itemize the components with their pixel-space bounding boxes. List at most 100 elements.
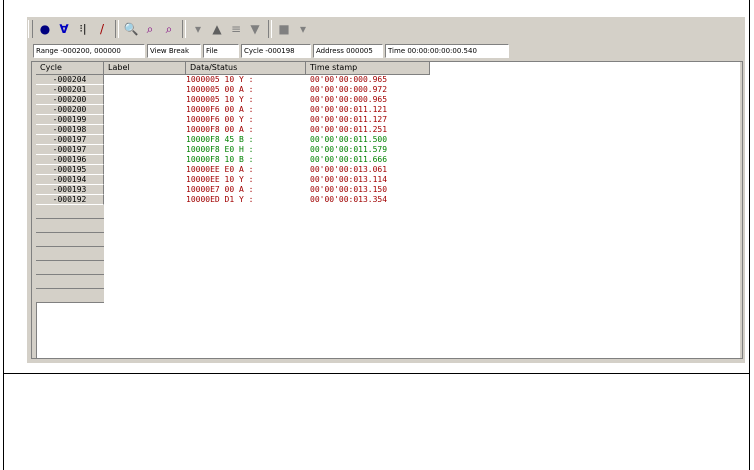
column-header-label[interactable]: Label — [104, 62, 186, 74]
search-next-icon[interactable]: ⌕ — [160, 20, 178, 38]
column-header-time[interactable]: Time stamp — [306, 62, 430, 74]
search-prev-icon[interactable]: ⌕ — [141, 20, 159, 38]
empty-row — [36, 247, 104, 261]
label-cell — [104, 175, 186, 185]
label-cell — [104, 145, 186, 155]
data-cell: 10000F6 00 A : — [186, 105, 254, 114]
time-cell: 00'00'00:011.666 — [310, 155, 388, 164]
toolbar-separator — [182, 20, 186, 38]
time-cell: 00'00'00:000.965 — [310, 75, 388, 84]
view-break-field: View Break — [147, 44, 201, 58]
toolbar-separator — [115, 20, 119, 38]
marker-icon[interactable]: / — [93, 20, 111, 38]
table-row[interactable]: -000192 10000ED D1 Y : 00'00'00:013.354 — [36, 195, 742, 205]
empty-row — [36, 233, 104, 247]
empty-row — [36, 261, 104, 275]
scroll-equal-icon[interactable]: ≡ — [227, 20, 245, 38]
time-field: Time 00:00:00:00:00.540 — [385, 44, 509, 58]
table-row[interactable]: -000200 10000F6 00 A : 00'00'00:011.121 — [36, 105, 742, 115]
cycle-cell: -000196 — [36, 155, 104, 165]
address-field: Address 000005 — [313, 44, 383, 58]
time-cell: 00'00'00:011.121 — [310, 105, 388, 114]
data-cell: 10000F8 10 B : — [186, 155, 254, 164]
label-cell — [104, 75, 186, 85]
column-header-data[interactable]: Data/Status — [186, 62, 306, 74]
label-cell — [104, 85, 186, 95]
column-header-cycle[interactable]: Cycle — [36, 62, 104, 74]
grip-icon[interactable] — [28, 20, 33, 38]
label-cell — [104, 185, 186, 195]
time-cell: 00'00'00:011.127 — [310, 115, 388, 124]
data-cell: 10000E7 00 A : — [186, 185, 254, 194]
empty-row — [36, 275, 104, 289]
label-cell — [104, 195, 186, 205]
listing-window: ● ∀ ⁝| / 🔍 ⌕ ⌕ ▾ ▲ ≡ ▼ ■ ▾ Range -000200… — [27, 17, 745, 363]
scroll-up-icon[interactable]: ▲ — [208, 20, 226, 38]
vertical-scrollbar[interactable] — [740, 62, 742, 358]
cycle-field: Cycle -000198 — [241, 44, 311, 58]
label-cell — [104, 105, 186, 115]
scroll-down-icon[interactable]: ▼ — [246, 20, 264, 38]
time-cell: 00'00'00:000.972 — [310, 85, 388, 94]
table-row[interactable]: -000199 10000F6 00 Y : 00'00'00:011.127 — [36, 115, 742, 125]
listing-grid[interactable]: Cycle Label Data/Status Time stamp -0002… — [31, 61, 743, 359]
grid-rows: -000204 1000005 10 Y :00'00'00:000.965 -00… — [36, 75, 742, 303]
label-cell — [104, 165, 186, 175]
square-icon[interactable]: ■ — [275, 20, 293, 38]
search-icon[interactable]: 🔍 — [122, 20, 140, 38]
time-cell: 00'00'00:013.150 — [310, 185, 388, 194]
time-cell: 00'00'00:013.061 — [310, 165, 388, 174]
cycle-cell: -000200 — [36, 105, 104, 115]
data-cell: 10000EE E0 A : — [186, 165, 254, 174]
data-cell: 1000005 00 A : — [186, 85, 254, 94]
table-row[interactable]: -000194 10000EE 10 Y : 00'00'00:013.114 — [36, 175, 742, 185]
cycle-cell: -000193 — [36, 185, 104, 195]
data-cell: 1000005 10 Y : — [186, 95, 254, 104]
cycle-cell: -000194 — [36, 175, 104, 185]
data-cell: 10000F8 00 A : — [186, 125, 254, 134]
toolbar: ● ∀ ⁝| / 🔍 ⌕ ⌕ ▾ ▲ ≡ ▼ ■ ▾ — [27, 17, 357, 41]
table-row[interactable]: -000193 10000E7 00 A : 00'00'00:013.150 — [36, 185, 742, 195]
label-cell — [104, 115, 186, 125]
cycle-cell: -000200 — [36, 95, 104, 105]
cycle-cell: -000197 — [36, 135, 104, 145]
cycle-cell: -000204 — [36, 75, 104, 85]
table-row[interactable]: -000200 1000005 10 Y : 00'00'00:000.965 — [36, 95, 742, 105]
data-cell: 10000F8 45 B : — [186, 135, 254, 144]
toolbar-separator — [268, 20, 272, 38]
data-cell: 10000F8 E0 H : — [186, 145, 254, 154]
table-row[interactable]: -000197 10000F8 45 B : 00'00'00:011.500 — [36, 135, 742, 145]
table-row[interactable]: -000197 10000F8 E0 H : 00'00'00:011.579 — [36, 145, 742, 155]
table-row[interactable]: -000204 1000005 10 Y : 00'00'00:000.965 — [36, 75, 742, 85]
label-cell — [104, 135, 186, 145]
table-row[interactable]: -000195 10000EE E0 A : 00'00'00:013.061 — [36, 165, 742, 175]
range-field: Range -000200, 000000 — [33, 44, 145, 58]
label-cell — [104, 155, 186, 165]
file-field: File — [203, 44, 239, 58]
time-cell: 00'00'00:011.251 — [310, 125, 388, 134]
status-bar: Range -000200, 000000 View Break File Cy… — [33, 44, 511, 58]
table-row[interactable]: -000196 10000F8 10 B : 00'00'00:011.666 — [36, 155, 742, 165]
data-cell: 10000EE 10 Y : — [186, 175, 254, 184]
empty-row — [36, 289, 104, 303]
dropdown-arrow-icon[interactable]: ▾ — [189, 20, 207, 38]
dot-icon[interactable]: ● — [36, 20, 54, 38]
label-cell — [104, 125, 186, 135]
filter-icon[interactable]: ∀ — [55, 20, 73, 38]
cycle-cell: -000198 — [36, 125, 104, 135]
bars-icon[interactable]: ⁝| — [74, 20, 92, 38]
table-row[interactable]: -000201 1000005 00 A : 00'00'00:000.972 — [36, 85, 742, 95]
cycle-cell: -000197 — [36, 145, 104, 155]
cycle-cell: -000201 — [36, 85, 104, 95]
time-cell: 00'00'00:013.114 — [310, 175, 388, 184]
empty-row — [36, 205, 104, 219]
empty-row — [36, 219, 104, 233]
time-cell: 00'00'00:013.354 — [310, 195, 388, 204]
document-frame-lower — [3, 373, 750, 470]
data-cell: 10000ED D1 Y : — [186, 195, 254, 204]
table-row[interactable]: -000198 10000F8 00 A : 00'00'00:011.251 — [36, 125, 742, 135]
cycle-cell: -000199 — [36, 115, 104, 125]
data-cell: 10000F6 00 Y : — [186, 115, 254, 124]
data-cell: 1000005 10 Y : — [186, 75, 254, 84]
square-dropdown-icon[interactable]: ▾ — [294, 20, 312, 38]
